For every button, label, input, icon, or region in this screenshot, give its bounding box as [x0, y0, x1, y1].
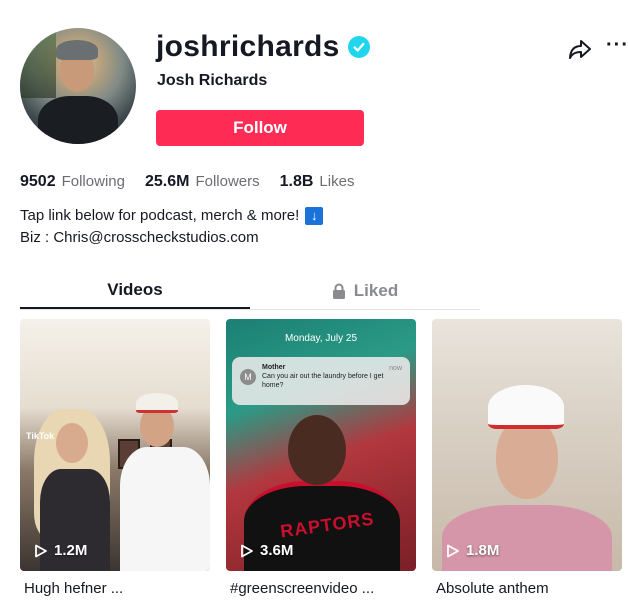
notification-time: now — [389, 365, 402, 372]
bio-contact: Biz : Chris@crosscheckstudios.com — [20, 229, 259, 246]
stat-following[interactable]: 9502 Following — [20, 173, 125, 191]
down-arrow-icon: ↓ — [305, 207, 324, 225]
verified-badge-icon — [347, 36, 370, 58]
video-thumbnail[interactable]: 1.8M — [432, 319, 622, 571]
stat-likes: 1.8B Likes — [280, 173, 355, 191]
view-count-value: 3.6M — [260, 542, 294, 559]
stat-label: Likes — [319, 173, 355, 190]
profile-avatar — [20, 28, 136, 144]
stat-value: 1.8B — [279, 173, 314, 190]
avatar-shirt — [38, 96, 118, 144]
lockscreen-date: Monday, July 25 — [284, 333, 358, 344]
stat-value: 25.6M — [144, 173, 190, 190]
username: joshrichards — [156, 30, 370, 64]
video-thumbnail[interactable]: Monday, July 25 M Mother Can you air out… — [226, 319, 416, 571]
view-count-value: 1.2M — [54, 542, 88, 559]
avatar-beanie — [56, 40, 98, 60]
thumb-figure — [120, 447, 210, 571]
video-caption[interactable]: Absolute anthem — [432, 580, 622, 597]
play-icon — [241, 544, 253, 557]
more-icon[interactable]: ··· — [606, 35, 628, 60]
play-icon — [35, 544, 47, 557]
content-tabs: Videos Liked — [20, 272, 480, 310]
thumb-figure — [488, 385, 564, 429]
play-icon — [447, 544, 459, 557]
bio-text: Tap link below for podcast, merch & more… — [20, 207, 300, 224]
stat-label: Following — [61, 173, 125, 190]
bio-line: Tap link below for podcast, merch & more… — [20, 205, 324, 227]
thumb-figure — [56, 423, 88, 463]
view-count-value: 1.8M — [466, 542, 500, 559]
avatar-background — [20, 28, 56, 98]
profile-stats: 9502 Following 25.6M Followers 1.8B Like… — [20, 173, 374, 191]
notification-sender: Mother — [262, 364, 286, 371]
lock-icon — [332, 283, 345, 299]
notification-banner: M Mother Can you air out the laundry bef… — [232, 357, 410, 405]
video-caption[interactable]: #greenscreenvideo ... — [226, 580, 416, 597]
tab-liked-label: Liked — [353, 280, 399, 300]
notification-avatar: M — [240, 369, 256, 385]
thumb-figure — [496, 417, 558, 499]
stat-value: 9502 — [20, 173, 56, 190]
video-card[interactable]: Monday, July 25 M Mother Can you air out… — [226, 319, 416, 597]
bio-line: Biz : Chris@crosscheckstudios.com — [20, 227, 323, 249]
tiktok-watermark: TikTok — [26, 431, 55, 441]
view-count: 1.2M — [34, 542, 87, 559]
tab-liked[interactable]: Liked — [250, 272, 480, 309]
video-grid: TikTok 1.2M Hugh hefner ... Monday, July… — [20, 319, 622, 597]
view-count: 3.6M — [240, 542, 293, 559]
thumb-figure — [288, 415, 346, 485]
thumb-figure — [136, 393, 178, 413]
display-name: Josh Richards — [157, 72, 268, 89]
share-icon[interactable] — [568, 38, 592, 60]
username-text: joshrichards — [156, 30, 340, 63]
video-caption[interactable]: Hugh hefner ... — [20, 580, 210, 597]
video-thumbnail[interactable]: TikTok 1.2M — [20, 319, 210, 571]
stat-followers[interactable]: 25.6M Followers — [145, 173, 260, 191]
video-card[interactable]: 1.8M Absolute anthem — [432, 319, 622, 597]
follow-button[interactable]: Follow — [156, 110, 364, 146]
stat-label: Followers — [195, 173, 260, 190]
tab-videos[interactable]: Videos — [20, 272, 250, 309]
thumb-figure — [442, 505, 612, 571]
bio: Tap link below for podcast, merch & more… — [20, 205, 324, 249]
video-card[interactable]: TikTok 1.2M Hugh hefner ... — [20, 319, 210, 597]
view-count: 1.8M — [446, 542, 499, 559]
notification-text: Can you air out the laundry before I get… — [262, 373, 384, 389]
